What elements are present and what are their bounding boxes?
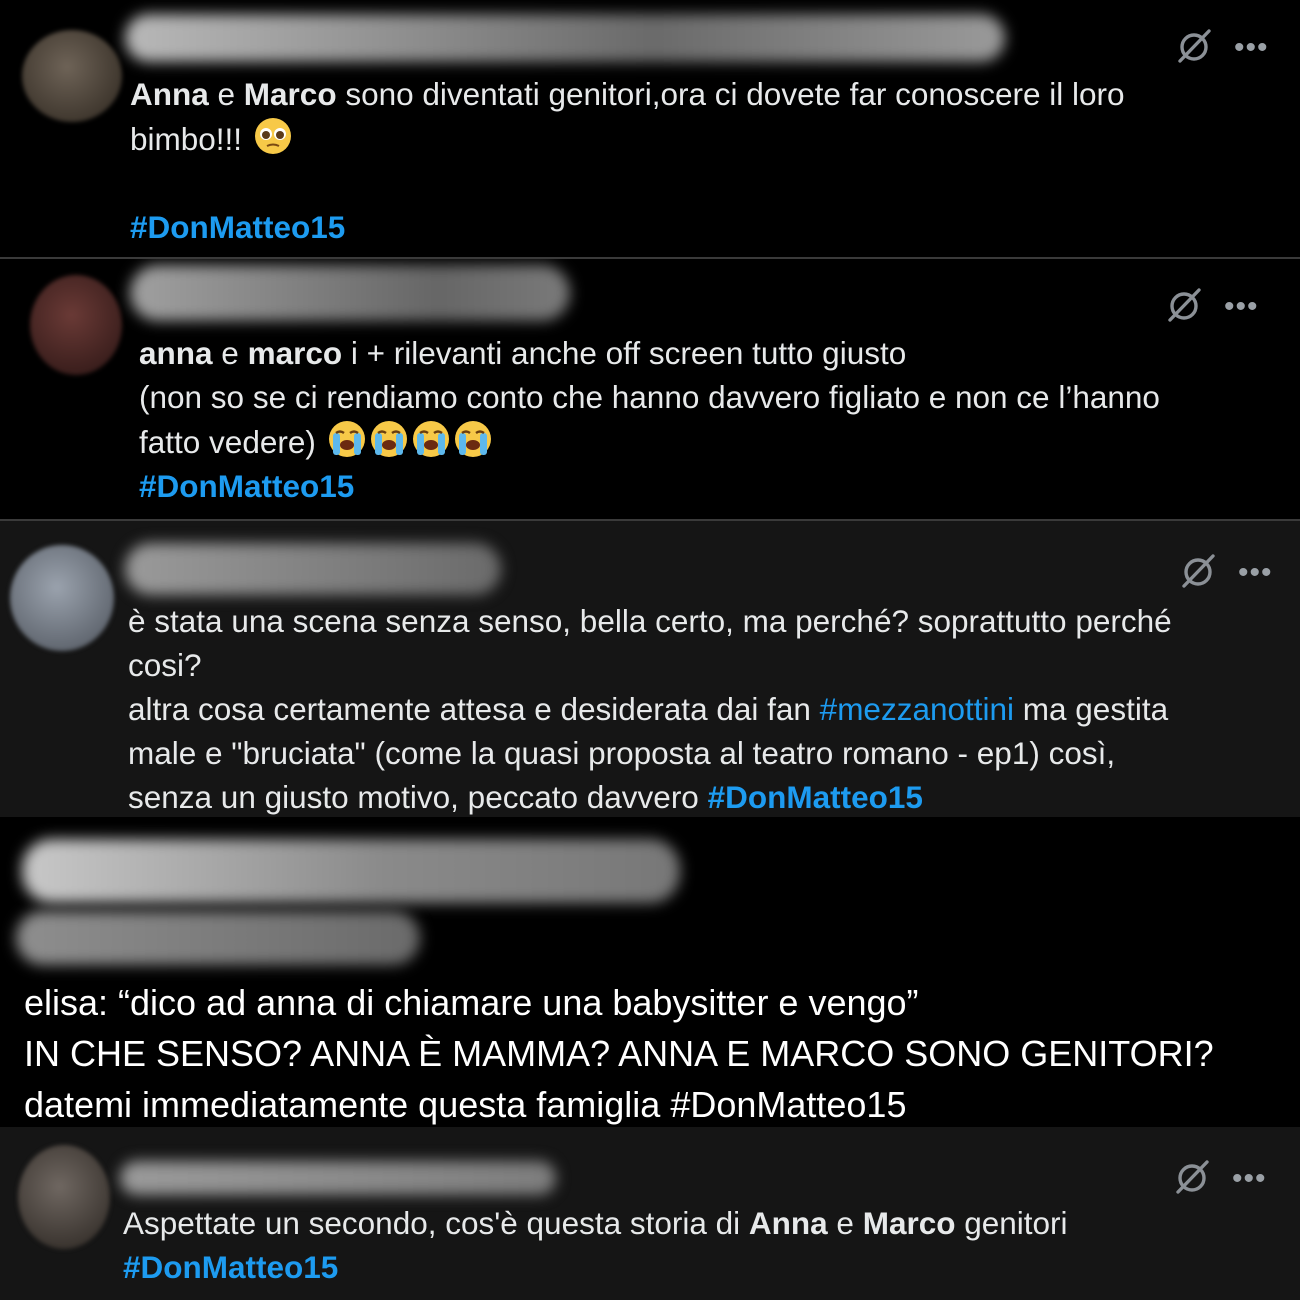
tweet-text-line1: Aspettate un secondo, cos'è questa stori… (123, 1205, 749, 1241)
more-dots-icon[interactable]: ••• (1224, 292, 1259, 322)
more-dots-icon[interactable]: ••• (1232, 1164, 1267, 1194)
hashtag-link[interactable]: #DonMatteo15 (130, 209, 345, 245)
tweet-text-line3: datemi immediatamente questa famiglia #D… (24, 1084, 907, 1125)
hashtag-link[interactable]: #DonMatteo15 (123, 1249, 338, 1285)
tweet-text: anna e marco i + rilevanti anche off scr… (139, 331, 1160, 508)
username-blurred[interactable] (125, 14, 1005, 62)
tweet-text-line1: elisa: “dico ad anna di chiamare una bab… (24, 982, 919, 1023)
tweet-text-line1: è stata una scena senza senso, bella cer… (128, 603, 1172, 639)
tweet-5[interactable]: ••• Aspettate un secondo, cos'è questa s… (0, 1127, 1300, 1300)
tweet-text-line2: bimbo!!! (130, 121, 251, 157)
tweet-text-line3: fatto vedere) (139, 424, 325, 460)
avatar[interactable] (22, 30, 122, 122)
name-blurred[interactable] (22, 839, 680, 903)
tweet-text: Anna e Marco sono diventati genitori,ora… (130, 72, 1125, 249)
hashtag-link[interactable]: #DonMatteo15 (708, 779, 923, 815)
hashtag-link[interactable]: #DonMatteo15 (139, 468, 354, 504)
tweet-text-line2: (non so se ci rendiamo conto che hanno d… (139, 379, 1160, 415)
mention-marco: Marco (243, 76, 337, 112)
avatar[interactable] (18, 1145, 110, 1249)
tweet-1[interactable]: ••• Anna e Marco sono diventati genitori… (0, 0, 1300, 257)
grok-slash-icon[interactable] (1174, 26, 1214, 66)
avatar[interactable] (10, 545, 114, 651)
loudly-crying-face-icon (453, 419, 493, 459)
tweet-text-line2: IN CHE SENSO? ANNA È MAMMA? ANNA E MARCO… (24, 1033, 1214, 1074)
tweet-text-line1: sono diventati genitori,ora ci dovete fa… (336, 76, 1125, 112)
more-dots-icon[interactable]: ••• (1234, 33, 1269, 63)
username-blurred[interactable] (120, 1161, 556, 1195)
tweet-text-line1-end: genitori (955, 1205, 1068, 1241)
pleading-face-icon (253, 116, 293, 156)
mention-anna: Anna (130, 76, 209, 112)
tweet-3[interactable]: ••• è stata una scena senza senso, bella… (0, 521, 1300, 817)
loudly-crying-face-icon (411, 419, 451, 459)
tweet-text: è stata una scena senza senso, bella cer… (128, 599, 1172, 817)
tweet-text-line4: male e "bruciata" (come la quasi propost… (128, 735, 1116, 771)
tweet-text: Aspettate un secondo, cos'è questa stori… (123, 1201, 1068, 1289)
tweet-2[interactable]: ••• anna e marco i + rilevanti anche off… (0, 259, 1300, 519)
mention-marco: Marco (862, 1205, 956, 1241)
mention-anna: anna (139, 335, 213, 371)
mention-marco: marco (247, 335, 343, 371)
loudly-crying-face-icon (327, 419, 367, 459)
hashtag-link[interactable]: #mezzanottini (820, 691, 1014, 727)
tweet-4[interactable]: elisa: “dico ad anna di chiamare una bab… (0, 817, 1300, 1127)
mention-anna: Anna (748, 1205, 828, 1241)
grok-slash-icon[interactable] (1172, 1157, 1212, 1197)
tweet-text: elisa: “dico ad anna di chiamare una bab… (24, 977, 1214, 1127)
grok-slash-icon[interactable] (1164, 285, 1204, 325)
more-dots-icon[interactable]: ••• (1238, 558, 1273, 588)
tweet-text-line1: i + rilevanti anche off screen tutto giu… (342, 335, 907, 371)
loudly-crying-face-icon (369, 419, 409, 459)
tweet-text-line5: senza un giusto motivo, peccato davvero (128, 779, 708, 815)
text-and: e (208, 76, 244, 112)
handle-blurred[interactable] (16, 911, 420, 965)
username-blurred[interactable] (125, 543, 501, 595)
avatar[interactable] (30, 275, 122, 375)
tweet-text-line3: altra cosa certamente attesa e desiderat… (128, 691, 820, 727)
grok-slash-icon[interactable] (1178, 551, 1218, 591)
tweet-text-line3-end: ma gestita (1014, 691, 1169, 727)
text-and: e (827, 1205, 863, 1241)
tweet-text-line2: cosi? (128, 647, 202, 683)
text-and: e (212, 335, 248, 371)
username-blurred[interactable] (130, 265, 570, 321)
